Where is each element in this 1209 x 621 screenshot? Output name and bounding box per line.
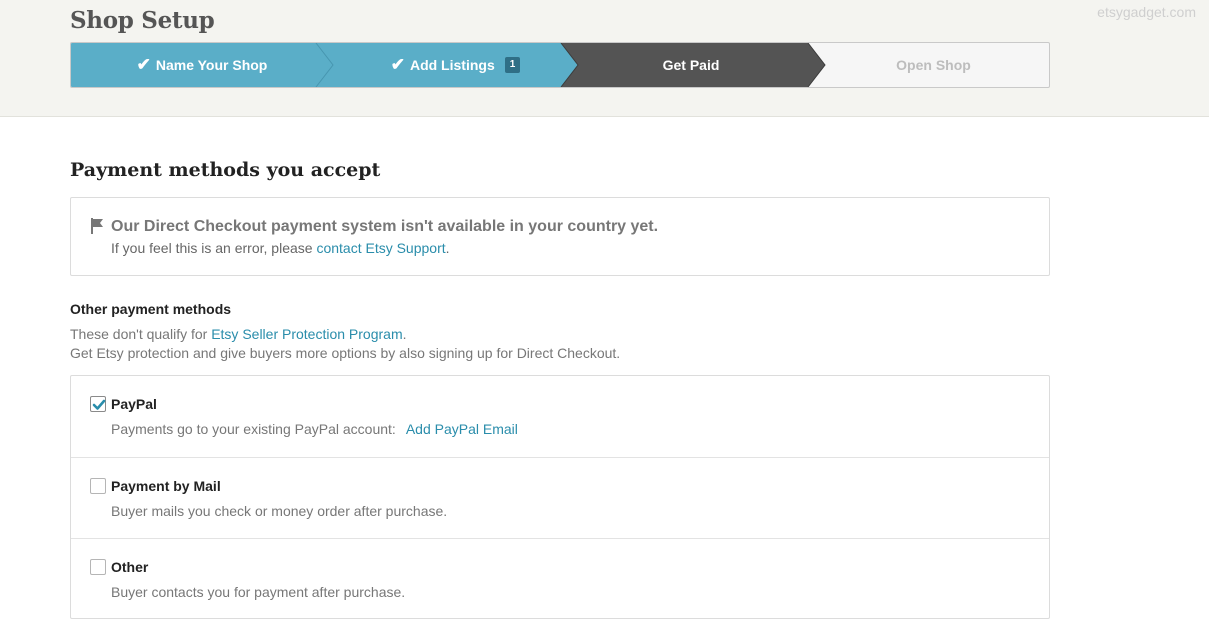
notice-title: Our Direct Checkout payment system isn't…	[111, 218, 659, 235]
method-description-text: Payments go to your existing PayPal acco…	[111, 421, 396, 437]
flag-icon	[91, 218, 103, 234]
listings-count-badge: 1	[504, 57, 521, 73]
direct-checkout-notice: Our Direct Checkout payment system isn't…	[70, 197, 1050, 276]
add-paypal-email-link[interactable]: Add PayPal Email	[406, 421, 518, 437]
step-label: Get Paid	[662, 57, 720, 73]
watermark: etsygadget.com	[1097, 4, 1196, 20]
method-title: PayPal	[111, 396, 157, 412]
payment-by-mail-checkbox[interactable]	[90, 478, 106, 494]
checkmark-icon: ✔	[136, 55, 151, 74]
direct-checkout-note: Get Etsy protection and give buyers more…	[70, 345, 621, 361]
other-payment-title: Other payment methods	[70, 301, 232, 317]
paypal-checkbox[interactable]	[90, 396, 106, 412]
contact-support-link[interactable]: contact Etsy Support	[316, 240, 445, 256]
payment-methods-list: PayPal Payments go to your existing PayP…	[70, 375, 1050, 619]
step-label: Open Shop	[896, 57, 971, 73]
step-add-listings[interactable]: ✔ Add Listings 1	[333, 43, 578, 87]
notice-text: If you feel this is an error, please con…	[111, 240, 450, 256]
method-description: Payments go to your existing PayPal acco…	[111, 421, 518, 437]
checkmark-icon	[92, 399, 106, 410]
method-title: Payment by Mail	[111, 478, 221, 494]
notice-text-before: If you feel this is an error, please	[111, 240, 317, 256]
method-description: Buyer mails you check or money order aft…	[111, 503, 448, 519]
payment-method-mail: Payment by Mail Buyer mails you check or…	[71, 457, 1049, 538]
method-description: Buyer contacts you for payment after pur…	[111, 584, 406, 600]
payment-method-other: Other Buyer contacts you for payment aft…	[71, 538, 1049, 619]
notice-text-after: .	[445, 240, 450, 256]
step-label: Name Your Shop	[155, 57, 268, 73]
payment-method-paypal: PayPal Payments go to your existing PayP…	[71, 376, 1049, 457]
note-text-before: These don't qualify for	[70, 326, 212, 342]
progress-steps: ✔ Name Your Shop ✔ Add Listings 1 Get Pa…	[70, 42, 1050, 88]
section-title: Payment methods you accept	[70, 159, 381, 181]
other-checkbox[interactable]	[90, 559, 106, 575]
note-text-after: .	[402, 326, 407, 342]
header: etsygadget.com Shop Setup ✔ Name Your Sh…	[0, 0, 1209, 117]
method-title: Other	[111, 559, 149, 575]
checkmark-icon: ✔	[390, 55, 405, 74]
step-open-shop: Open Shop	[816, 43, 1049, 87]
page-title: Shop Setup	[70, 7, 215, 34]
other-payment-note: These don't qualify for Etsy Seller Prot…	[70, 326, 407, 342]
seller-protection-link[interactable]: Etsy Seller Protection Program	[211, 326, 402, 342]
step-name-your-shop[interactable]: ✔ Name Your Shop	[71, 43, 333, 87]
step-label: Add Listings	[409, 57, 495, 73]
step-get-paid[interactable]: Get Paid	[566, 43, 816, 87]
